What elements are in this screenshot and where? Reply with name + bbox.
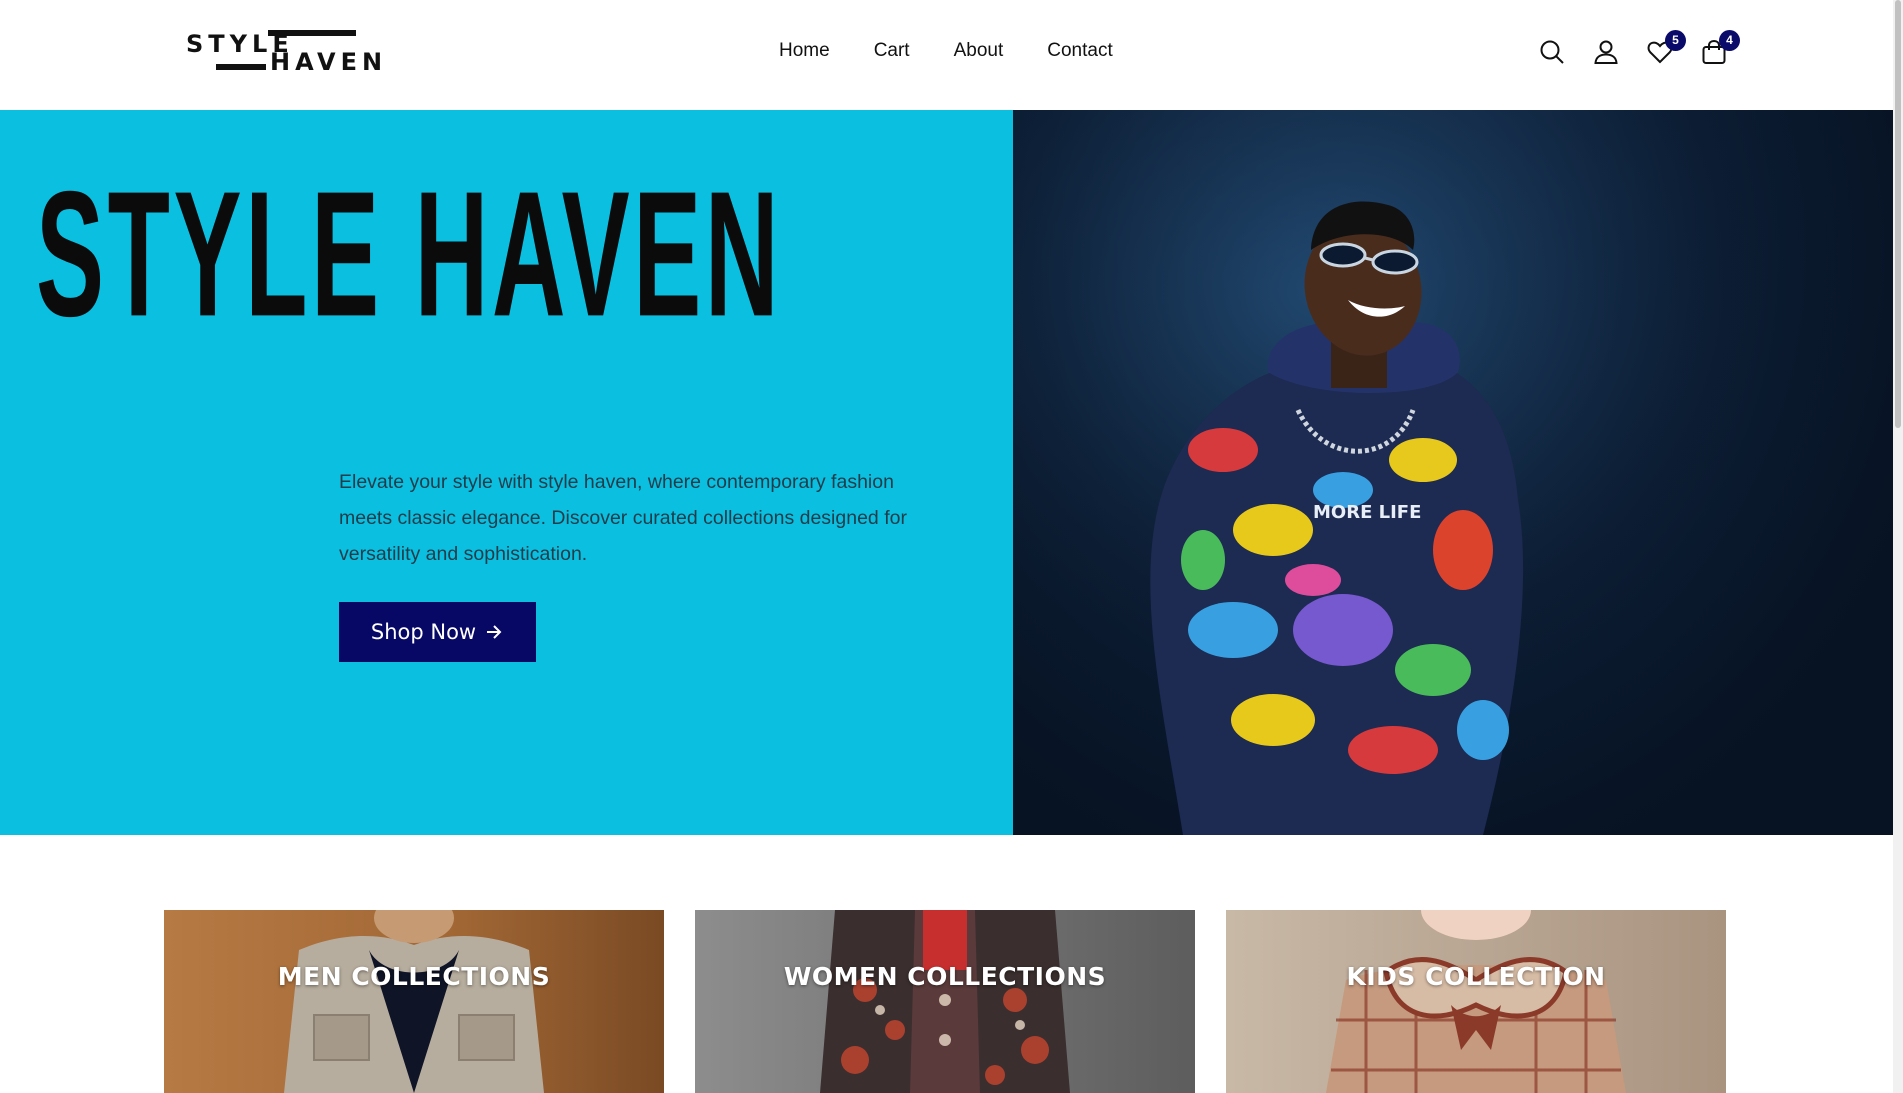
site-logo[interactable]: STYLE HAVEN (186, 28, 382, 76)
collections-section: MEN COLLECTIONS WOMEN COLLECTIONS KIDS C… (164, 910, 1726, 1093)
kids-collection-image (1326, 910, 1626, 1093)
nav-contact[interactable]: Contact (1047, 40, 1112, 62)
hoodie-print-text: MORE LIFE (1313, 502, 1421, 523)
logo-bar-bottom (216, 64, 266, 70)
hero-image: MORE LIFE (1013, 110, 1893, 835)
cart-button[interactable]: 4 (1700, 30, 1740, 66)
wishlist-count-badge: 5 (1665, 30, 1686, 51)
header-icons: 5 4 (1538, 30, 1740, 66)
nav-about[interactable]: About (954, 40, 1004, 62)
nav-cart[interactable]: Cart (874, 40, 910, 62)
main-nav: Home Cart About Contact (779, 40, 1113, 62)
hero-section: STYLE HAVEN Elevate your style with styl… (0, 110, 1893, 835)
search-icon (1540, 40, 1564, 64)
men-collection-image (284, 910, 544, 1093)
page: STYLE HAVEN Home Cart About Contact 5 4 … (0, 0, 1903, 1093)
shop-now-label: Shop Now (370, 620, 477, 644)
scrollbar-thumb[interactable] (1895, 0, 1901, 428)
nav-home[interactable]: Home (779, 40, 830, 62)
women-collection-label: WOMEN COLLECTIONS (783, 962, 1107, 991)
kids-collection-label: KIDS COLLECTION (1346, 962, 1606, 991)
women-collection-image (820, 910, 1070, 1093)
logo-word-haven: HAVEN (270, 48, 388, 76)
collection-card-men[interactable]: MEN COLLECTIONS (164, 910, 664, 1093)
user-icon (1594, 40, 1618, 64)
shop-now-button[interactable]: Shop Now (339, 602, 536, 662)
hero-model-illustration: MORE LIFE (1013, 110, 1893, 835)
men-collection-label: MEN COLLECTIONS (277, 962, 551, 991)
wishlist-button[interactable]: 5 (1646, 30, 1686, 66)
arrow-right-icon (487, 625, 502, 639)
collection-card-women[interactable]: WOMEN COLLECTIONS (695, 910, 1195, 1093)
search-button[interactable] (1538, 38, 1566, 66)
account-button[interactable] (1592, 38, 1620, 66)
site-header: STYLE HAVEN Home Cart About Contact 5 4 (0, 0, 1893, 110)
page-scrollbar[interactable] (1893, 0, 1903, 1093)
hero-title: STYLE HAVEN (36, 154, 783, 355)
hero-description: Elevate your style with style haven, whe… (339, 471, 907, 565)
hero-text-panel: STYLE HAVEN Elevate your style with styl… (0, 110, 1013, 835)
cart-count-badge: 4 (1719, 30, 1740, 51)
collection-card-kids[interactable]: KIDS COLLECTION (1226, 910, 1726, 1093)
